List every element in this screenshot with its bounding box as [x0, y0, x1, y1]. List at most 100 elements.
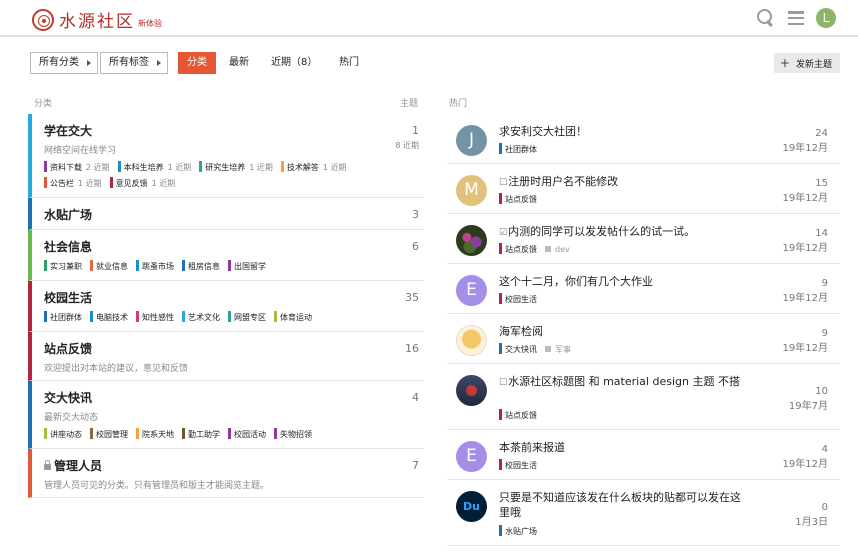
tab-top[interactable]: 热门: [339, 52, 359, 74]
subcategory-link[interactable]: 意见反馈 1 近期: [109, 176, 175, 191]
topic-author-avatar[interactable]: [456, 325, 487, 356]
site-logo[interactable]: 水源社区 新体验: [32, 7, 162, 32]
subcategory-link[interactable]: 本科生培养 1 近期: [117, 160, 191, 175]
topic-title[interactable]: 这个十二月，你们有几个大作业: [499, 274, 749, 289]
subcategory-link[interactable]: 院系天地: [136, 427, 174, 442]
topic-row[interactable]: Du 只要是不知道应该发在什么板块的贴都可以发在这里哦 水贴广场 0 1月3日: [447, 480, 840, 546]
topic-activity-date[interactable]: 19年12月: [783, 141, 828, 156]
category-topic-count: 16: [405, 342, 419, 355]
category-name[interactable]: 社会信息: [44, 238, 414, 255]
category-row[interactable]: 站点反馈 16 欢迎提出对本站的建议，意见和反馈: [28, 332, 424, 381]
topic-reply-count: 15: [815, 178, 828, 189]
topic-title[interactable]: ☑内测的同学可以发发帖什么的试一试。: [499, 224, 749, 241]
subcategory-link[interactable]: 就业信息: [90, 259, 128, 274]
topic-title[interactable]: 海军检阅: [499, 324, 749, 339]
topic-title[interactable]: 只要是不知道应该发在什么板块的贴都可以发在这里哦: [499, 490, 749, 520]
tab-categories[interactable]: 分类: [178, 52, 216, 74]
subcategory-link[interactable]: 公告栏 1 近期: [44, 176, 102, 191]
topic-activity-date[interactable]: 1月3日: [795, 515, 828, 530]
subcategory-link[interactable]: 知性感性: [136, 310, 174, 325]
new-topic-button[interactable]: + 发新主题: [773, 53, 840, 73]
topic-row[interactable]: ☑内测的同学可以发发帖什么的试一试。站点反馈 dev 14 19年12月: [447, 214, 840, 264]
subcategory-link[interactable]: 研究生培养 1 近期: [199, 160, 273, 175]
subcategory-link[interactable]: 讲座动态: [44, 427, 82, 442]
topic-tag[interactable]: 军事: [545, 345, 571, 354]
topic-row[interactable]: 海军检阅 交大快讯 军事 9 19年12月: [447, 314, 840, 364]
topic-category-badge[interactable]: 站点反馈: [499, 193, 537, 205]
topic-category-badge[interactable]: 站点反馈 dev: [499, 243, 570, 255]
subcategory-link[interactable]: 跳蚤市场: [136, 259, 174, 274]
topic-author-avatar[interactable]: E: [456, 275, 487, 306]
topic-title[interactable]: 本茶前来报道: [499, 440, 749, 455]
subcategory-color-swatch: [136, 428, 139, 439]
topic-tag[interactable]: dev: [545, 245, 570, 254]
category-row[interactable]: 交大快讯 4 最新交大动态 讲座动态 校园管理 院系天地 勤工助学 校园活动 失物招领: [28, 381, 424, 449]
topic-row[interactable]: E 本茶前来报道 校园生活 4 19年12月: [447, 430, 840, 480]
subcategory-link[interactable]: 资料下载 2 近期: [44, 160, 110, 175]
subcategory-link[interactable]: 艺术文化: [182, 310, 220, 325]
category-name[interactable]: 交大快讯: [44, 389, 414, 406]
subcategory-link[interactable]: 实习兼职: [44, 259, 82, 274]
topic-activity-date[interactable]: 19年12月: [783, 457, 828, 472]
category-row[interactable]: 学在交大 1 8 近期 网络空间在线学习 资料下载 2 近期 本科生培养 1 近期 研究生培养 1…: [28, 114, 424, 198]
subcategory-link[interactable]: 校园活动: [228, 427, 266, 442]
all-tags-dropdown[interactable]: 所有标签: [100, 52, 168, 74]
menu-icon[interactable]: [788, 11, 804, 25]
category-row[interactable]: 管理人员 7 管理人员可见的分类。只有管理员和版主才能阅览主题。: [28, 449, 424, 498]
category-color-swatch: [499, 243, 502, 254]
topic-category-badge[interactable]: 校园生活: [499, 459, 537, 471]
topic-title[interactable]: ☐注册时用户名不能修改: [499, 174, 749, 191]
topic-author-avatar[interactable]: Du: [456, 491, 487, 522]
subcategory-link[interactable]: 电脑技术: [90, 310, 128, 325]
topic-row[interactable]: ☐水源社区标题图 和 material design 主题 不搭 站点反馈 10 19…: [447, 364, 840, 430]
topic-activity-date[interactable]: 19年12月: [783, 291, 828, 306]
topic-category-badge[interactable]: 社团群体: [499, 143, 537, 155]
topic-title-text: 这个十二月，你们有几个大作业: [499, 275, 653, 288]
category-name[interactable]: 水贴广场: [44, 206, 414, 223]
topic-activity-date[interactable]: 19年12月: [783, 341, 828, 356]
user-avatar[interactable]: L: [816, 8, 836, 28]
topic-category-badge[interactable]: 站点反馈: [499, 409, 537, 421]
topic-activity-date[interactable]: 19年12月: [783, 191, 828, 206]
topic-reply-count: 14: [815, 228, 828, 239]
category-name[interactable]: 学在交大: [44, 122, 414, 139]
category-name[interactable]: 管理人员: [44, 457, 414, 474]
subcategory-link[interactable]: 体育运动: [274, 310, 312, 325]
subcategory-link[interactable]: 社团群体: [44, 310, 82, 325]
topic-author-avatar[interactable]: [456, 225, 487, 256]
category-count-value: 16: [405, 342, 419, 355]
category-name[interactable]: 站点反馈: [44, 340, 414, 357]
topic-author-avatar[interactable]: E: [456, 441, 487, 472]
subcategory-link[interactable]: 网盟专区: [228, 310, 266, 325]
all-categories-dropdown[interactable]: 所有分类: [30, 52, 98, 74]
topic-title[interactable]: 求安利交大社团！: [499, 124, 749, 139]
subcategory-color-swatch: [136, 311, 139, 322]
topic-row[interactable]: E 这个十二月，你们有几个大作业 校园生活 9 19年12月: [447, 264, 840, 314]
subcategory-link[interactable]: 失物招领: [274, 427, 312, 442]
topic-author-avatar[interactable]: M: [456, 175, 487, 206]
subcategory-link[interactable]: 租房信息: [182, 259, 220, 274]
subcategory-link[interactable]: 校园管理: [90, 427, 128, 442]
topic-category-badge[interactable]: 交大快讯 军事: [499, 343, 571, 355]
search-icon[interactable]: [756, 8, 776, 28]
topic-author-avatar[interactable]: [456, 375, 487, 406]
topic-row[interactable]: M ☐注册时用户名不能修改站点反馈 15 19年12月: [447, 164, 840, 214]
plus-icon: +: [779, 56, 790, 70]
topic-title[interactable]: ☐水源社区标题图 和 material design 主题 不搭: [499, 374, 749, 391]
subcategory-link[interactable]: 出国留学: [228, 259, 266, 274]
topic-category-badge[interactable]: 校园生活: [499, 293, 537, 305]
topic-author-avatar[interactable]: J: [456, 125, 487, 156]
subcategory-color-swatch: [44, 177, 47, 188]
category-row[interactable]: 社会信息 6 实习兼职 就业信息 跳蚤市场 租房信息 出国留学: [28, 230, 424, 281]
tab-latest[interactable]: 最新: [229, 52, 249, 74]
topic-category-badge[interactable]: 水贴广场: [499, 525, 537, 537]
tab-unread[interactable]: 近期（8）: [271, 52, 317, 74]
category-row[interactable]: 校园生活 35 社团群体 电脑技术 知性感性 艺术文化 网盟专区 体育运动: [28, 281, 424, 332]
category-name[interactable]: 校园生活: [44, 289, 414, 306]
subcategory-link[interactable]: 技术解答 1 近期: [280, 160, 347, 175]
subcategory-link[interactable]: 勤工助学: [182, 427, 220, 442]
topic-activity-date[interactable]: 19年12月: [783, 241, 828, 256]
category-row[interactable]: 水贴广场 3: [28, 198, 424, 230]
topic-row[interactable]: J 求安利交大社团！ 社团群体 24 19年12月: [447, 114, 840, 164]
topic-activity-date[interactable]: 19年7月: [789, 399, 828, 414]
